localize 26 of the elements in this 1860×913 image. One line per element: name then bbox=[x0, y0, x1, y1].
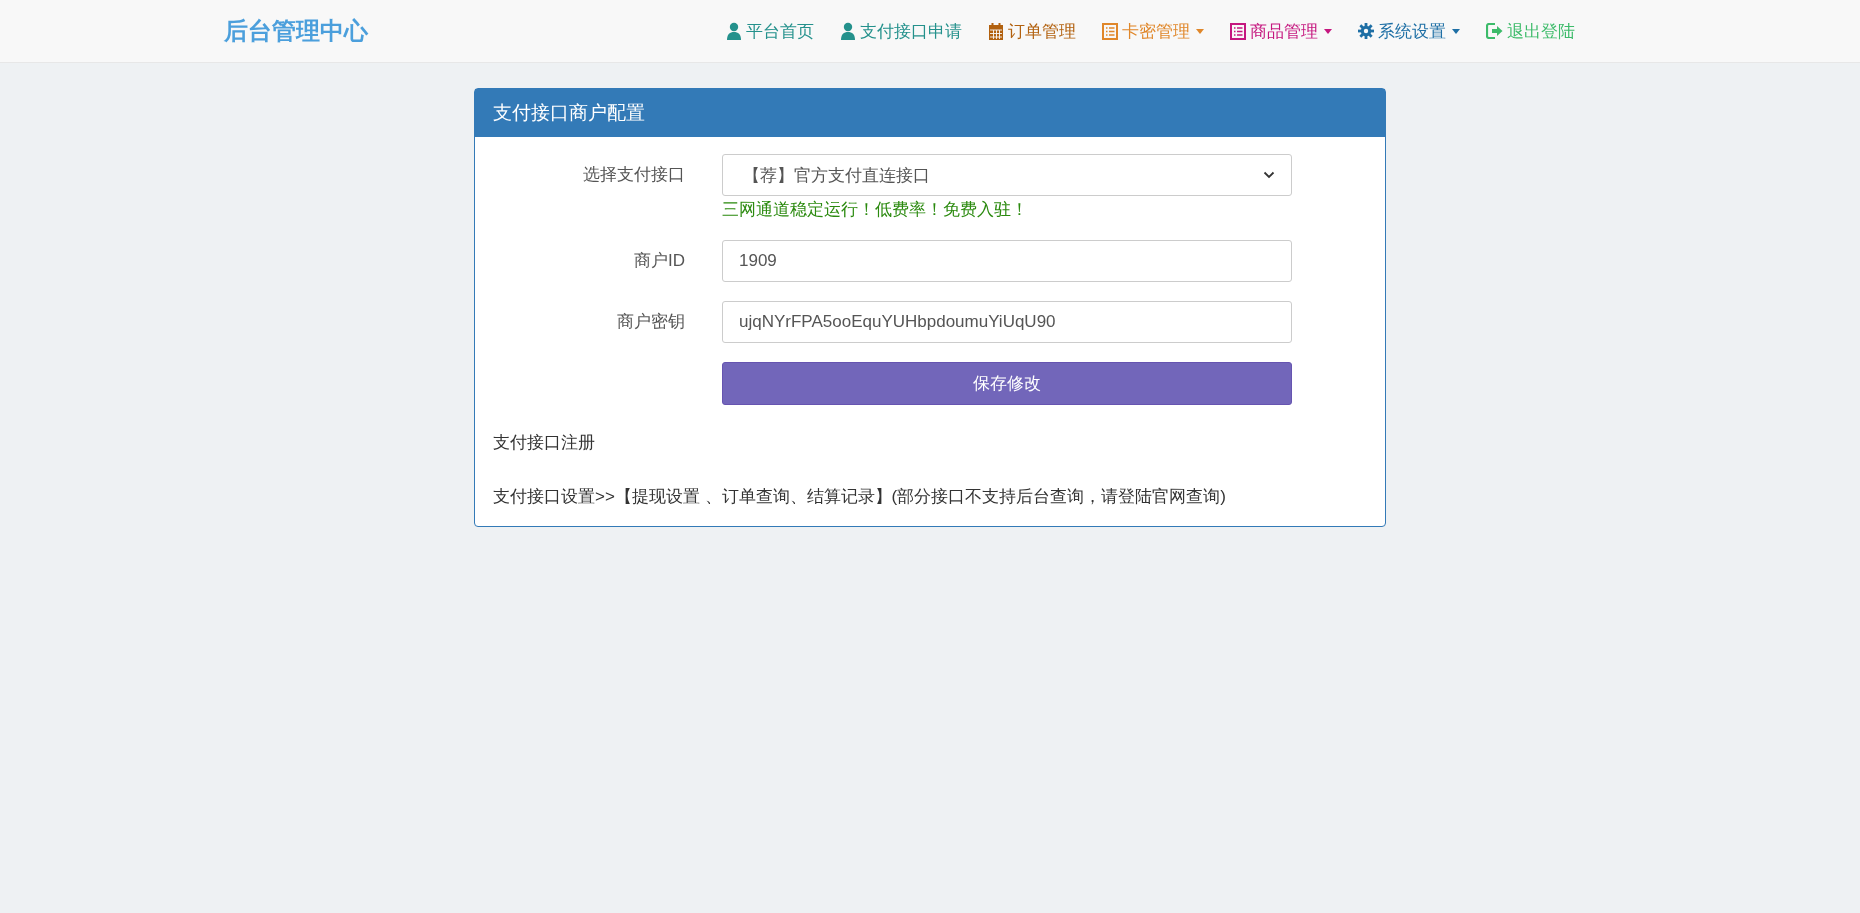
nav-link[interactable]: 平台首页 bbox=[713, 11, 827, 51]
select-field[interactable]: 【荐】官方支付直连接口 bbox=[722, 154, 1292, 196]
user-icon bbox=[726, 22, 742, 40]
hint-text: 三网通道稳定运行！低费率！免费入驻！ bbox=[722, 199, 1029, 221]
user-icon bbox=[840, 22, 856, 40]
nav-link[interactable]: 支付接口申请 bbox=[827, 11, 975, 51]
brand-title: 后台管理中心 bbox=[224, 16, 368, 46]
calendar-icon bbox=[988, 22, 1004, 40]
nav-link[interactable]: 系统设置 bbox=[1345, 11, 1473, 51]
nav-link[interactable]: 卡密管理 bbox=[1089, 11, 1217, 51]
register-text: 支付接口注册 bbox=[493, 432, 596, 454]
logout-icon bbox=[1486, 23, 1503, 39]
settings-note: 支付接口设置>>【提现设置 、订单查询、结算记录】(部分接口不支持后台查询，请登陆官网查询) bbox=[493, 486, 1227, 508]
list-icon bbox=[1102, 22, 1118, 40]
nav-link[interactable]: 订单管理 bbox=[975, 11, 1089, 51]
panel-header: 支付接口商户配置 bbox=[475, 89, 1385, 137]
chevron-icon bbox=[1263, 171, 1275, 179]
field-label: 商户密钥 bbox=[616, 311, 685, 333]
nav-link[interactable]: 商品管理 bbox=[1217, 11, 1345, 51]
field-label: 商户ID bbox=[633, 250, 685, 272]
input-field[interactable]: ujqNYrFPA5ooEquYUHbpdoumuYiUqU90 bbox=[722, 301, 1292, 343]
settings-icon bbox=[1358, 23, 1374, 39]
list-icon bbox=[1230, 22, 1246, 40]
field-label: 选择支付接口 bbox=[582, 164, 685, 186]
save-button[interactable]: 保存修改 bbox=[722, 362, 1292, 405]
input-field[interactable]: 1909 bbox=[722, 240, 1292, 282]
